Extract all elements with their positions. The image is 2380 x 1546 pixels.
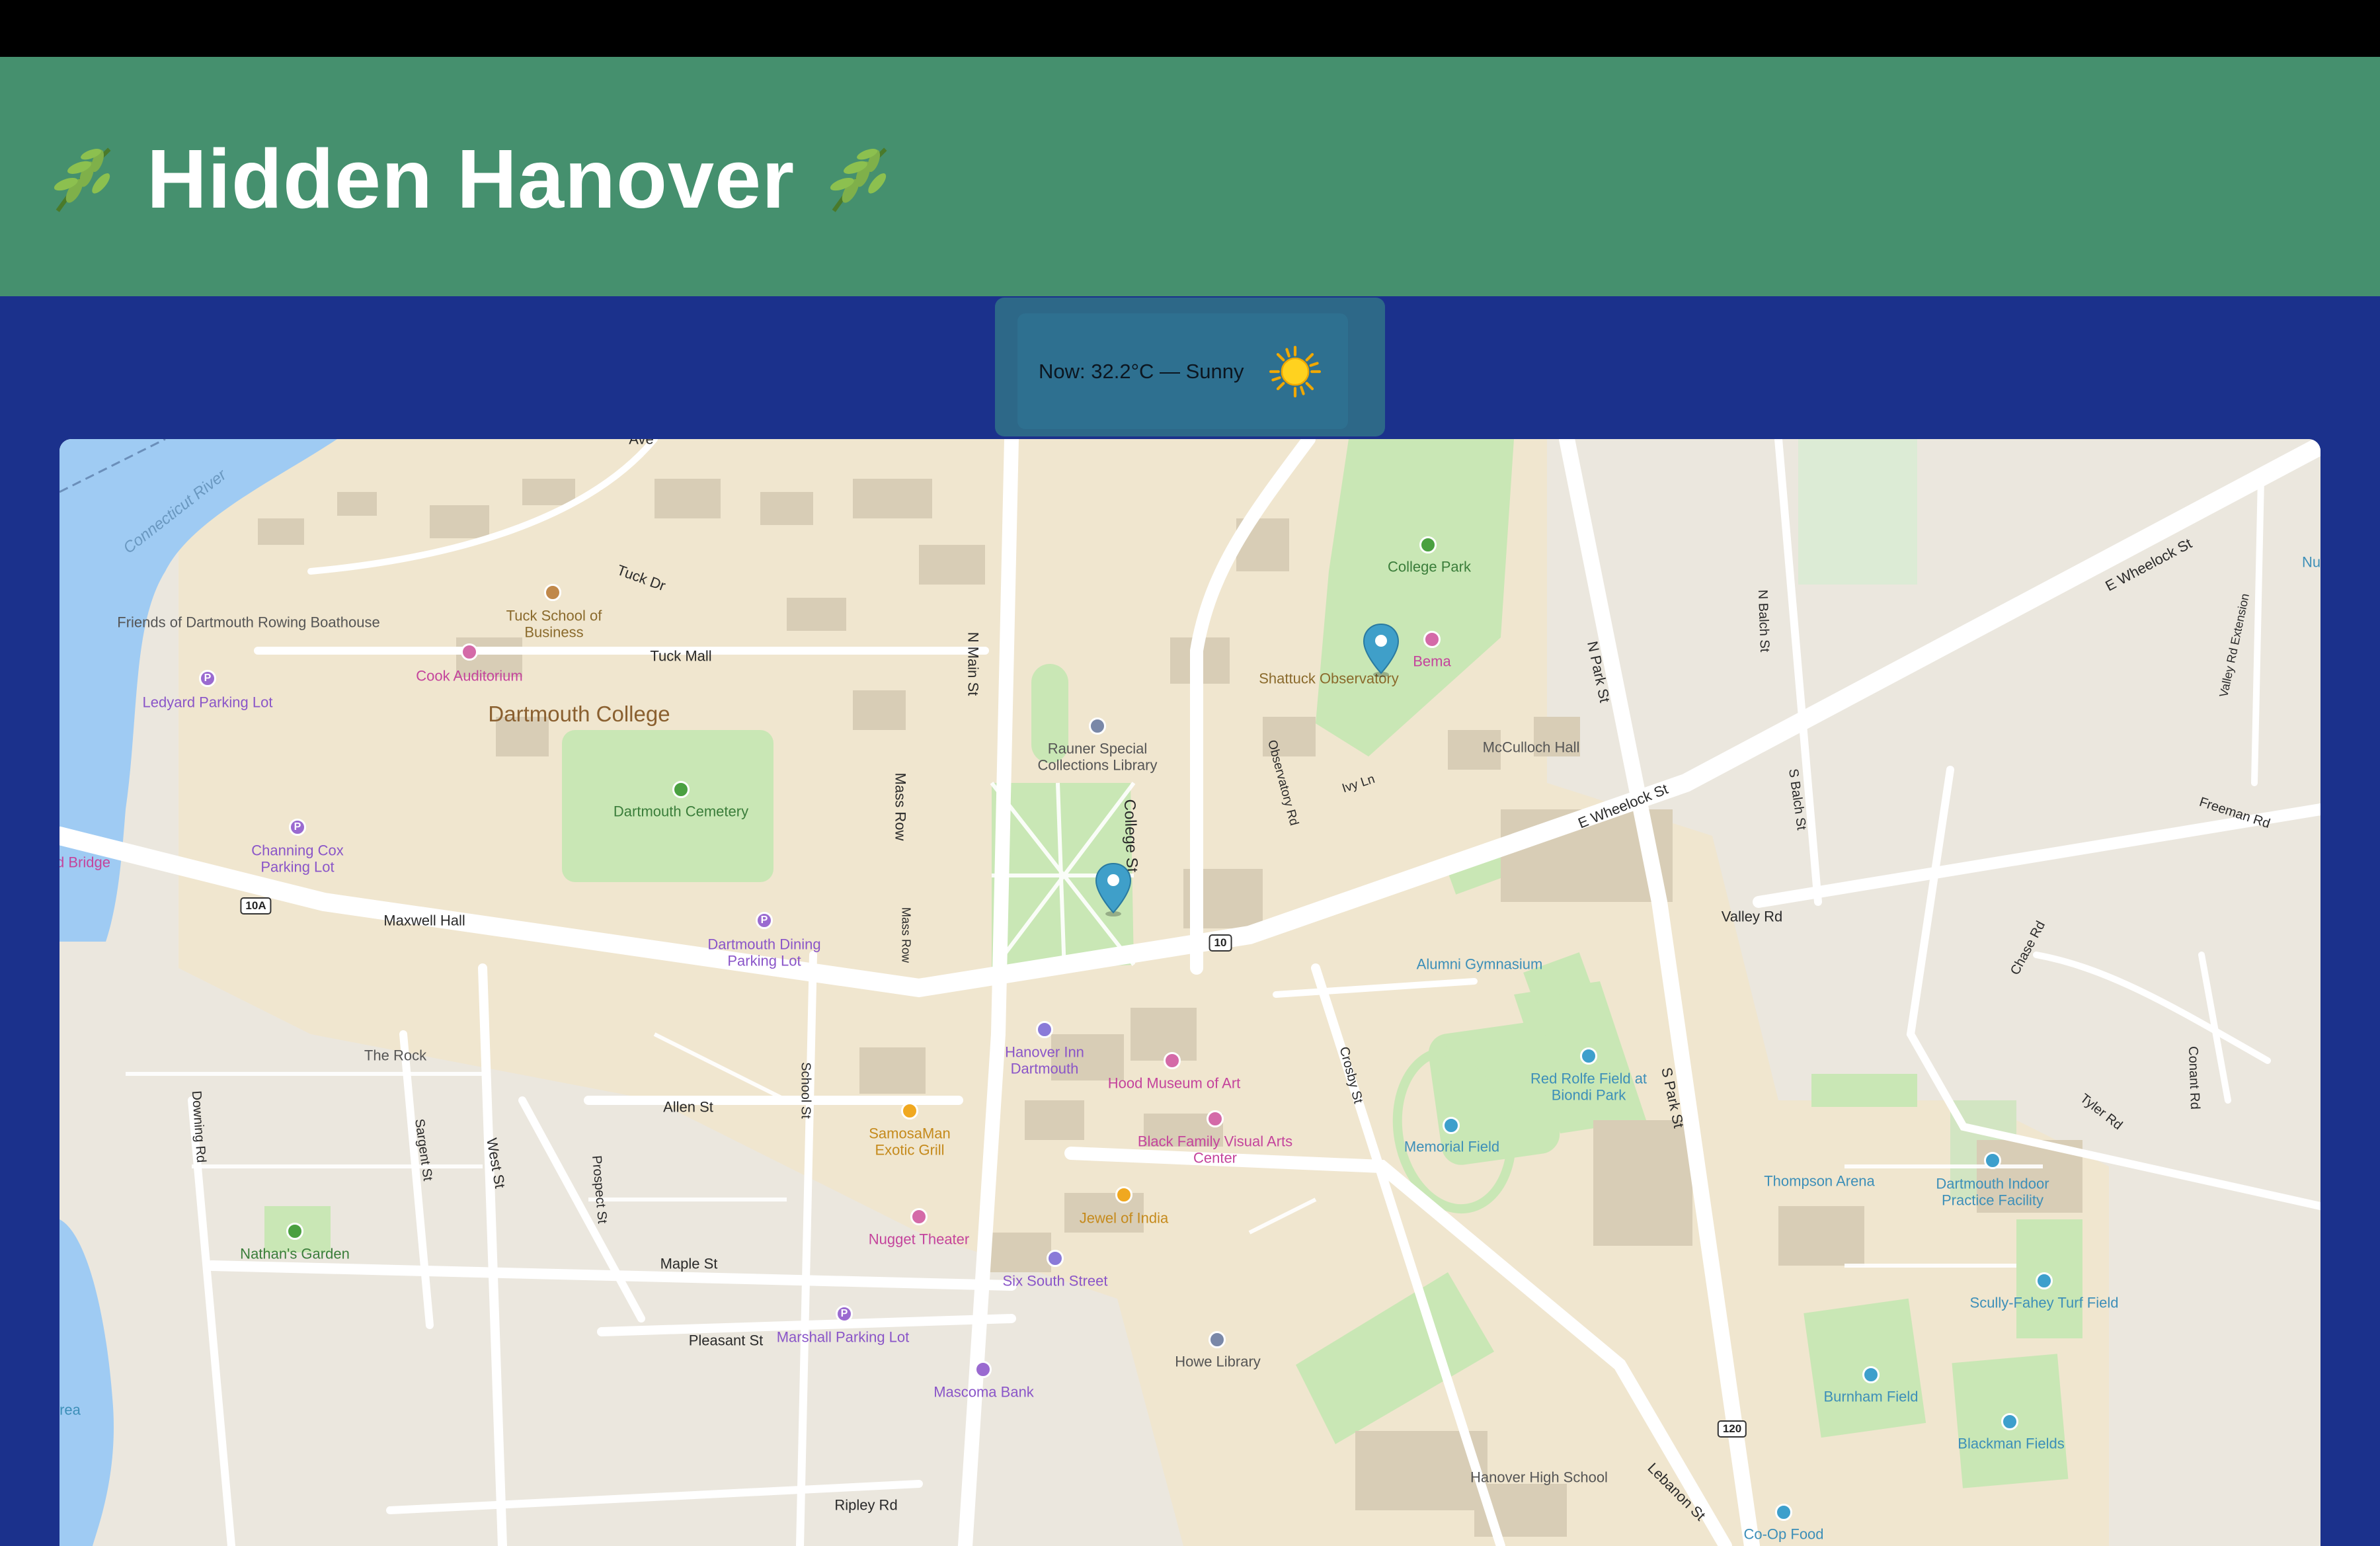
street-label: N Main St xyxy=(965,631,982,696)
parking-icon[interactable]: P xyxy=(756,912,773,929)
street-label: Ave xyxy=(629,439,654,448)
street-label: Mass Row xyxy=(892,772,909,841)
cinema-icon[interactable] xyxy=(910,1208,928,1225)
street-label: N Balch St xyxy=(1755,589,1772,653)
poi-label: Cook Auditorium xyxy=(416,667,523,684)
library-icon[interactable] xyxy=(1089,717,1106,735)
poi-label: Hanover High School xyxy=(1470,1469,1608,1486)
sports-icon[interactable] xyxy=(2036,1272,2053,1289)
map-marker-pin[interactable] xyxy=(1094,862,1132,916)
street-label: Tuck Mall xyxy=(650,647,712,665)
cemetery-icon[interactable] xyxy=(672,781,690,798)
poi-label: Tuck School of Business xyxy=(506,607,602,641)
poi-label: Mascoma Bank xyxy=(933,1383,1034,1401)
poi-label: College Park xyxy=(1388,558,1471,575)
sports-icon[interactable] xyxy=(1984,1152,2001,1169)
street-label: Pleasant St xyxy=(688,1332,764,1349)
poi-label: McCulloch Hall xyxy=(1482,739,1580,756)
poi-label: Nugget Theater xyxy=(868,1231,970,1248)
route-shield: 10 xyxy=(1209,934,1232,952)
sports-icon[interactable] xyxy=(1862,1366,1880,1383)
poi-label: Bema xyxy=(1413,653,1451,670)
poi-label: Howe Library xyxy=(1175,1353,1261,1370)
street-label: Ripley Rd xyxy=(834,1496,898,1514)
parking-icon[interactable]: P xyxy=(199,670,216,687)
museum-icon[interactable] xyxy=(1164,1052,1181,1069)
leaf-icon xyxy=(54,147,111,212)
leaf-icon xyxy=(830,147,887,212)
poi-label: Thompson Arena xyxy=(1764,1172,1875,1190)
poi-label: Nu xyxy=(2301,553,2320,571)
grocery-icon[interactable] xyxy=(1775,1504,1792,1521)
restaurant-icon[interactable] xyxy=(901,1102,918,1119)
poi-label: Burnham Field xyxy=(1823,1388,1919,1405)
weather-panel: Now: 32.2°C — Sunny xyxy=(1017,313,1348,429)
poi-label: Jewel of India xyxy=(1079,1209,1169,1227)
app-header: Hidden Hanover xyxy=(0,57,2380,296)
poi-label: Hood Museum of Art xyxy=(1107,1075,1241,1092)
arts-icon[interactable] xyxy=(1207,1110,1224,1127)
poi-label: Dartmouth Cemetery xyxy=(613,803,749,820)
stadium-icon[interactable] xyxy=(1443,1117,1460,1134)
poi-label: Black Family Visual Arts Center xyxy=(1137,1133,1293,1166)
school-icon[interactable] xyxy=(544,584,561,601)
poi-label: Nathan's Garden xyxy=(240,1245,350,1262)
poi-label: Six South Street xyxy=(1002,1272,1108,1289)
street-label: Conant Rd xyxy=(2185,1045,2203,1110)
title-row: Hidden Hanover xyxy=(41,126,900,232)
poi-label: Rauner Special Collections Library xyxy=(1037,740,1158,774)
bank-icon[interactable] xyxy=(974,1361,992,1378)
route-shield: 10A xyxy=(240,897,272,915)
library-icon[interactable] xyxy=(1209,1331,1226,1348)
browser-top-bar xyxy=(0,0,2380,57)
poi-label: Channing Cox Parking Lot xyxy=(251,842,344,875)
poi-label: Friends of Dartmouth Rowing Boathouse xyxy=(117,614,380,631)
parking-icon[interactable]: P xyxy=(836,1305,853,1322)
hotel-icon[interactable] xyxy=(1047,1250,1064,1267)
poi-label: SamosaMan Exotic Grill xyxy=(869,1125,951,1159)
poi-label: Scully-Fahey Turf Field xyxy=(1969,1294,2119,1311)
app-title: Hidden Hanover xyxy=(147,132,795,225)
poi-label: Red Rolfe Field at Biondi Park xyxy=(1530,1070,1647,1104)
poi-label: Memorial Field xyxy=(1404,1138,1500,1155)
route-shield: 120 xyxy=(1717,1420,1747,1438)
street-label: Valley Rd xyxy=(1721,908,1783,925)
poi-label: Co-Op Food xyxy=(1743,1526,1824,1543)
map-view[interactable]: Connecticut River Dartmouth College Ave … xyxy=(60,439,2320,1546)
street-label: Allen St xyxy=(663,1098,713,1116)
poi-label: Dartmouth Indoor Practice Facility xyxy=(1936,1175,2049,1209)
poi-label: d Bridge xyxy=(60,854,110,871)
street-label: Mass Row xyxy=(899,907,913,963)
hotel-icon[interactable] xyxy=(1036,1021,1053,1038)
poi-label: Dartmouth Dining Parking Lot xyxy=(707,936,821,969)
parking-icon[interactable]: P xyxy=(289,819,306,836)
poi-label: The Rock xyxy=(364,1047,427,1064)
poi-label: rea xyxy=(60,1401,81,1418)
stadium-icon[interactable] xyxy=(1580,1047,1597,1065)
street-label: Maple St xyxy=(660,1255,718,1272)
theater-icon[interactable] xyxy=(461,643,478,661)
bema-icon[interactable] xyxy=(1423,631,1441,648)
poi-label: Ledyard Parking Lot xyxy=(142,694,273,711)
poi-label: Alumni Gymnasium xyxy=(1416,956,1543,973)
weather-text: Now: 32.2°C — Sunny xyxy=(1039,359,1244,383)
map-marker-pin[interactable] xyxy=(1362,623,1400,677)
restaurant-icon[interactable] xyxy=(1115,1186,1132,1203)
campus-label: Dartmouth College xyxy=(488,702,670,727)
sun-icon xyxy=(1269,345,1322,397)
poi-label: Marshall Parking Lot xyxy=(776,1328,910,1346)
poi-label: Blackman Fields xyxy=(1958,1435,2065,1452)
map-base[interactable] xyxy=(60,439,2320,1546)
poi-label: Hanover Inn Dartmouth xyxy=(1005,1043,1084,1077)
park-icon[interactable] xyxy=(1419,536,1437,553)
sports-icon[interactable] xyxy=(2001,1413,2018,1430)
garden-icon[interactable] xyxy=(286,1223,303,1240)
street-label: Maxwell Hall xyxy=(383,912,465,929)
weather-widget: Now: 32.2°C — Sunny xyxy=(995,298,1385,436)
street-label: School St xyxy=(798,1062,813,1119)
